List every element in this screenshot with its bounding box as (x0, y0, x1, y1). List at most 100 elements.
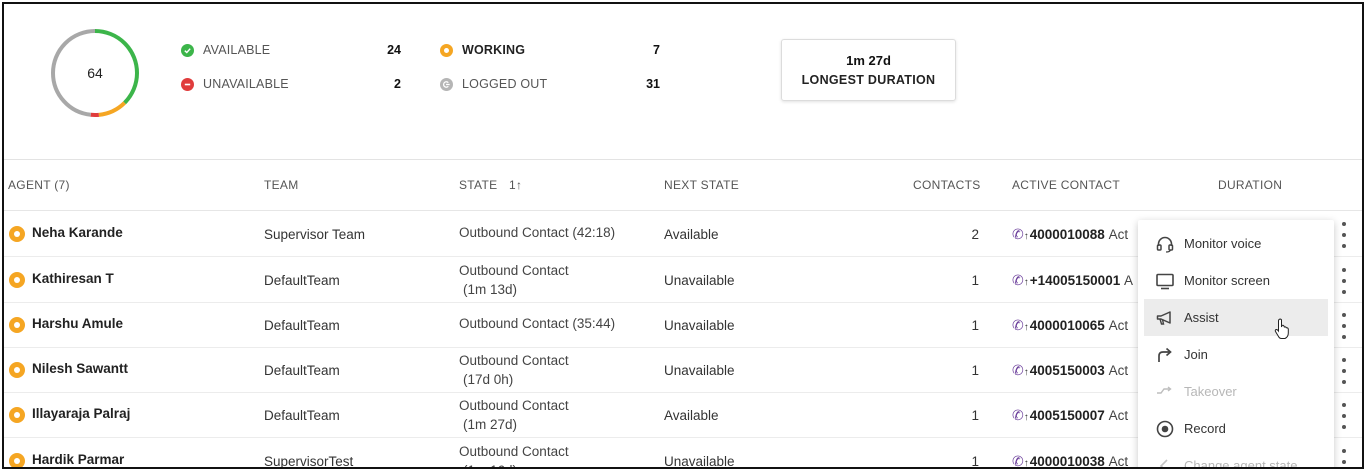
longest-duration-card[interactable]: 1m 27d LONGEST DURATION (781, 39, 956, 101)
menu-item-change-agent-state[interactable]: Change agent state (1144, 447, 1328, 469)
menu-item-monitor-screen[interactable]: Monitor screen (1144, 262, 1328, 299)
active-contact[interactable]: ✆↑4000010088 Act (1012, 226, 1128, 243)
agent-state-label: Outbound Contact (459, 398, 569, 413)
agent-name: Hardik Parmar (32, 452, 125, 467)
active-contact[interactable]: ✆↑4000010065 Act (1012, 317, 1128, 334)
active-contact[interactable]: ✆↑+14005150001 A (1012, 272, 1133, 289)
agent-name: Kathiresan T (32, 271, 114, 286)
column-header-state-label: STATE (459, 178, 498, 192)
headset-icon (1154, 233, 1176, 255)
stat-label: WORKING (462, 43, 526, 57)
agent-team: DefaultTeam (264, 318, 340, 333)
column-header-agent[interactable]: AGENT (7) (8, 178, 70, 192)
active-contact-number: 4000010038 (1029, 454, 1105, 469)
column-header-duration[interactable]: DURATION (1218, 178, 1282, 192)
longest-duration-value: 1m 27d (846, 53, 891, 68)
agent-name: Harshu Amule (32, 316, 124, 331)
minus-circle-icon (181, 77, 194, 91)
working-status-icon (9, 407, 25, 423)
outbound-arrow-icon: ↑ (1023, 412, 1029, 423)
active-contact-number: +14005150001 (1029, 273, 1121, 288)
menu-item-monitor-voice[interactable]: Monitor voice (1144, 225, 1328, 262)
agent-contacts: 1 (971, 454, 979, 469)
stat-count: 24 (387, 43, 401, 57)
working-status-icon (9, 226, 25, 242)
agent-state-label: Outbound Contact (459, 263, 569, 278)
agent-state: Outbound Contact (1m 13d) (459, 261, 569, 299)
supervisor-desktop-panel: 64 AVAILABLE 24 UNAVAILABLE 2 WORKING 7 (2, 2, 1364, 469)
more-options-icon[interactable] (1336, 222, 1352, 248)
active-contact[interactable]: ✆↑4000010038 Act (1012, 453, 1129, 469)
outbound-arrow-icon: ↑ (1023, 231, 1029, 242)
longest-duration-label: LONGEST DURATION (801, 73, 936, 87)
agent-state: Outbound Contact (35:44) (459, 316, 616, 331)
menu-item-takeover[interactable]: Takeover (1144, 373, 1328, 410)
phone-icon: ✆ (1012, 453, 1024, 469)
menu-item-label: Takeover (1184, 384, 1237, 399)
active-contact-suffix: Act (1108, 454, 1129, 469)
column-header-team[interactable]: TEAM (264, 178, 299, 192)
stat-logged-out: LOGGED OUT 31 (440, 74, 660, 94)
agent-name: Illayaraja Palraj (32, 406, 131, 421)
active-contact-suffix: A (1123, 273, 1133, 288)
stat-working: WORKING 7 (440, 40, 660, 60)
agent-state: Outbound Contact (1m 27d) (459, 396, 569, 434)
more-options-icon[interactable] (1336, 449, 1352, 467)
agent-next-state: Unavailable (664, 454, 735, 469)
column-header-active-contact[interactable]: ACTIVE CONTACT (1012, 178, 1120, 192)
agent-state: Outbound Contact (1m 16d) (459, 442, 569, 467)
agent-state-duration: (1m 13d) (463, 282, 518, 297)
outbound-arrow-icon: ↑ (1023, 322, 1029, 333)
menu-item-label: Change agent state (1184, 458, 1298, 469)
menu-item-record[interactable]: Record (1144, 410, 1328, 447)
check-circle-icon (181, 43, 194, 57)
working-status-icon (9, 317, 25, 333)
active-contact[interactable]: ✆↑4005150007 Act (1012, 407, 1128, 424)
menu-item-label: Record (1184, 421, 1226, 436)
agent-contacts: 1 (971, 363, 979, 378)
record-icon (1154, 418, 1176, 440)
join-arrow-icon (1154, 344, 1176, 366)
active-contact[interactable]: ✆↑4005150003 Act (1012, 362, 1128, 379)
phone-icon: ✆ (1012, 226, 1024, 242)
column-header-contacts[interactable]: CONTACTS (913, 178, 981, 192)
outbound-arrow-icon: ↑ (1023, 458, 1029, 469)
agent-name: Nilesh Sawantt (32, 361, 129, 376)
working-status-icon (9, 362, 25, 378)
menu-item-join[interactable]: Join (1144, 336, 1328, 373)
agent-summary: 64 AVAILABLE 24 UNAVAILABLE 2 WORKING 7 (4, 4, 1362, 160)
active-contact-suffix: Act (1108, 363, 1129, 378)
agent-next-state: Unavailable (664, 318, 735, 333)
column-header-next-state[interactable]: NEXT STATE (664, 178, 739, 192)
sort-indicator-icon[interactable]: 1↑ (509, 178, 522, 192)
chevron-left-icon (1154, 455, 1176, 467)
agent-contacts: 2 (971, 227, 979, 242)
stat-label: UNAVAILABLE (203, 77, 289, 91)
monitor-icon (1154, 270, 1176, 292)
agent-next-state: Available (664, 408, 719, 423)
agent-team: SupervisorTest (264, 454, 354, 469)
agent-team: DefaultTeam (264, 363, 340, 378)
agent-state: Outbound Contact (17d 0h) (459, 351, 569, 389)
agent-team: Supervisor Team (264, 227, 366, 242)
working-status-icon (9, 272, 25, 288)
agent-state-label: Outbound Contact (459, 353, 569, 368)
agent-contacts: 1 (971, 273, 979, 288)
outbound-arrow-icon: ↑ (1023, 367, 1029, 378)
total-agents-count: 64 (87, 65, 103, 81)
more-options-icon[interactable] (1336, 268, 1352, 294)
agent-actions-menu: Monitor voice Monitor screen Assist Join… (1138, 220, 1334, 469)
agent-state: Outbound Contact (42:18) (459, 225, 616, 240)
column-header-state[interactable]: STATE 1↑ (459, 178, 522, 192)
menu-item-label: Monitor voice (1184, 236, 1262, 251)
phone-icon: ✆ (1012, 317, 1024, 333)
more-options-icon[interactable] (1336, 358, 1352, 384)
hand-pointer-cursor-icon (1274, 318, 1289, 339)
more-options-icon[interactable] (1336, 313, 1352, 339)
stat-count: 2 (394, 77, 401, 91)
more-options-icon[interactable] (1336, 403, 1352, 429)
menu-item-assist[interactable]: Assist (1144, 299, 1328, 336)
agent-next-state: Unavailable (664, 273, 735, 288)
stat-available: AVAILABLE 24 (181, 40, 401, 60)
agent-state-duration: (1m 16d) (459, 461, 569, 467)
